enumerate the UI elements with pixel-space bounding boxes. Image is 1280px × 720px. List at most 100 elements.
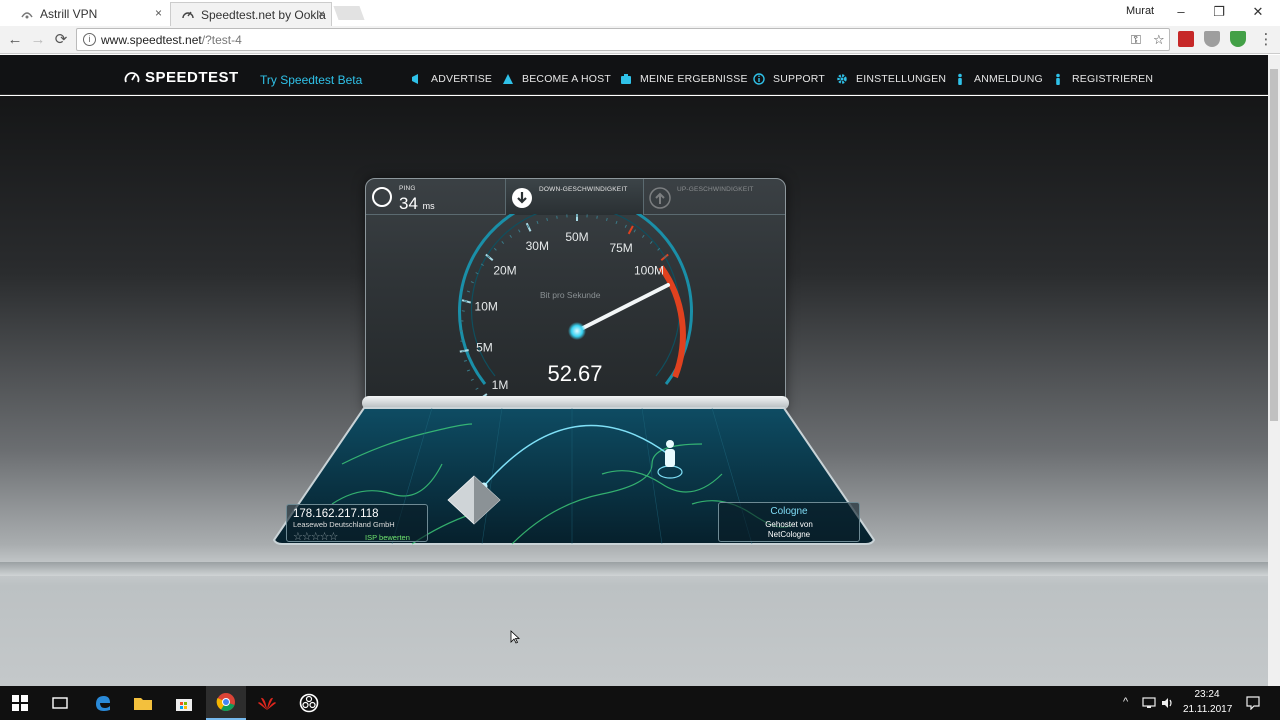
current-speed-value: 52.67	[547, 361, 603, 386]
chrome-menu-icon[interactable]: ⋮	[1256, 30, 1276, 50]
gauge-minor-tick	[463, 360, 468, 362]
nav-label: SUPPORT	[773, 73, 825, 85]
tab-close-button[interactable]: ×	[155, 6, 162, 20]
nav-advertise[interactable]: ADVERTISE	[411, 73, 492, 85]
gauge-minor-tick	[641, 234, 645, 238]
ping-label: PING	[399, 185, 416, 192]
speedtest-logo[interactable]: SPEEDTEST	[124, 69, 239, 86]
info-icon	[753, 73, 765, 85]
server-hosted-by: Gehostet von	[765, 520, 813, 529]
person-icon	[958, 73, 962, 85]
edge-icon	[96, 696, 110, 711]
nav-support[interactable]: SUPPORT	[753, 73, 825, 85]
bookmark-star-icon[interactable]: ☆	[1153, 32, 1165, 48]
start-button[interactable]	[0, 686, 40, 720]
address-bar[interactable]: i www.speedtest.net/?test-4 ⚿ ☆	[76, 28, 1170, 51]
nav-meine-ergebnisse[interactable]: MEINE ERGEBNISSE	[620, 73, 748, 85]
server-person-icon	[665, 440, 675, 467]
task-view-button[interactable]	[40, 686, 80, 720]
gauge-tick-label: 10M	[475, 300, 498, 314]
extension-shield-icon[interactable]	[1204, 31, 1220, 47]
megaphone-icon	[412, 74, 418, 84]
gauge-minor-tick	[470, 281, 474, 284]
server-org: NetCologne	[767, 530, 811, 539]
info-icon[interactable]: i	[83, 33, 96, 46]
gauge-minor-tick	[470, 378, 474, 381]
server-info-box[interactable]: Cologne Gehostet von NetCologne	[718, 502, 860, 542]
person-icon	[1056, 73, 1060, 85]
try-beta-link[interactable]: Try Speedtest Beta	[260, 73, 362, 87]
gear-icon	[837, 74, 847, 84]
speedtest-icon	[182, 11, 194, 18]
new-tab-button[interactable]	[333, 6, 365, 20]
download-metric: DOWN-GESCHWINDIGKEIT	[506, 179, 644, 215]
windows-logo-icon	[12, 695, 28, 711]
tab-astrill-vpn[interactable]: Astrill VPN ×	[0, 2, 168, 26]
notifications-icon[interactable]	[1246, 696, 1260, 710]
ping-unit: ms	[422, 201, 435, 211]
gauge-hub	[568, 322, 586, 340]
url-text[interactable]: www.speedtest.net/?test-4	[101, 33, 242, 47]
close-window-button[interactable]: ✕	[1248, 4, 1268, 20]
ping-value: 34 ms	[399, 194, 435, 213]
upload-arrow-icon	[649, 187, 671, 209]
client-info-box: 178.162.217.118 Leaseweb Deutschland Gmb…	[286, 504, 428, 543]
nav-einstellungen[interactable]: EINSTELLUNGEN	[836, 73, 946, 85]
taskbar-obs[interactable]	[289, 686, 329, 720]
gauge-minor-tick	[461, 350, 465, 352]
taskbar-chrome[interactable]	[206, 686, 246, 720]
store-icon	[176, 699, 192, 711]
gauge-tick-label: 100M	[634, 264, 664, 278]
taskbar-huawei[interactable]	[247, 686, 287, 720]
volume-icon[interactable]	[1161, 697, 1175, 709]
reload-button[interactable]: ⟳	[51, 30, 71, 50]
gauge-minor-tick	[649, 241, 653, 244]
nav-anmeldung[interactable]: ANMELDUNG	[954, 73, 1043, 85]
gauge-minor-tick	[501, 241, 505, 244]
rate-isp-link[interactable]: ISP bewerten	[365, 533, 410, 542]
gauge-minor-tick	[493, 247, 497, 251]
forward-button[interactable]: →	[28, 30, 48, 50]
gauge-minor-tick	[475, 387, 479, 390]
tab-close-button[interactable]: ×	[318, 7, 325, 21]
nav-label: MEINE ERGEBNISSE	[640, 73, 748, 85]
gauge-tick-label: 5M	[476, 340, 493, 354]
nav-label: ADVERTISE	[431, 73, 493, 85]
ping-icon	[372, 187, 392, 207]
taskbar-explorer[interactable]	[123, 686, 163, 720]
clock-time[interactable]: 23:24	[1183, 689, 1231, 700]
tray-expand-icon[interactable]: ^	[1123, 696, 1128, 708]
tab-speedtest[interactable]: Speedtest.net by Ookla ×	[170, 2, 332, 26]
back-button[interactable]: ←	[5, 30, 25, 50]
isp-rating-stars[interactable]: ☆☆☆☆☆	[293, 530, 338, 543]
clock-date[interactable]: 21.11.2017	[1183, 704, 1232, 715]
chrome-icon	[216, 693, 235, 712]
taskbar-edge[interactable]	[83, 686, 123, 720]
bits-per-second-label: Bit pro Sekunde	[540, 290, 601, 300]
nav-label: BECOME A HOST	[522, 73, 611, 85]
gauge-minor-tick	[518, 229, 521, 233]
key-icon[interactable]: ⚿	[1131, 32, 1141, 48]
profile-name[interactable]: Murat	[1126, 5, 1154, 17]
nav-label: EINSTELLUNGEN	[856, 73, 947, 85]
restore-button[interactable]: ❐	[1209, 4, 1229, 20]
nav-registrieren[interactable]: REGISTRIEREN	[1052, 73, 1153, 85]
astrill-icon	[21, 12, 33, 19]
scrollbar-thumb[interactable]	[1270, 69, 1278, 421]
page-scrollbar[interactable]	[1268, 55, 1280, 686]
tab-title: Speedtest.net by Ookla	[201, 7, 326, 22]
client-ip: 178.162.217.118	[293, 508, 379, 520]
extension-lastpass-icon[interactable]	[1178, 31, 1194, 47]
taskbar-store[interactable]	[164, 686, 204, 720]
extension-green-shield-icon[interactable]	[1230, 31, 1246, 47]
network-icon[interactable]	[1142, 697, 1156, 709]
obs-icon	[299, 693, 319, 713]
nav-become-a-host[interactable]: BECOME A HOST	[502, 73, 611, 85]
metrics-bar: PING 34 ms DOWN-GESCHWINDIGKEIT UP-GESCH…	[366, 179, 785, 215]
tab-title: Astrill VPN	[40, 7, 98, 21]
mouse-cursor-icon	[510, 630, 520, 644]
minimize-button[interactable]: –	[1171, 4, 1191, 19]
gauge-minor-tick	[556, 215, 558, 219]
gauge-minor-tick	[633, 229, 636, 233]
task-view-icon	[52, 697, 68, 709]
